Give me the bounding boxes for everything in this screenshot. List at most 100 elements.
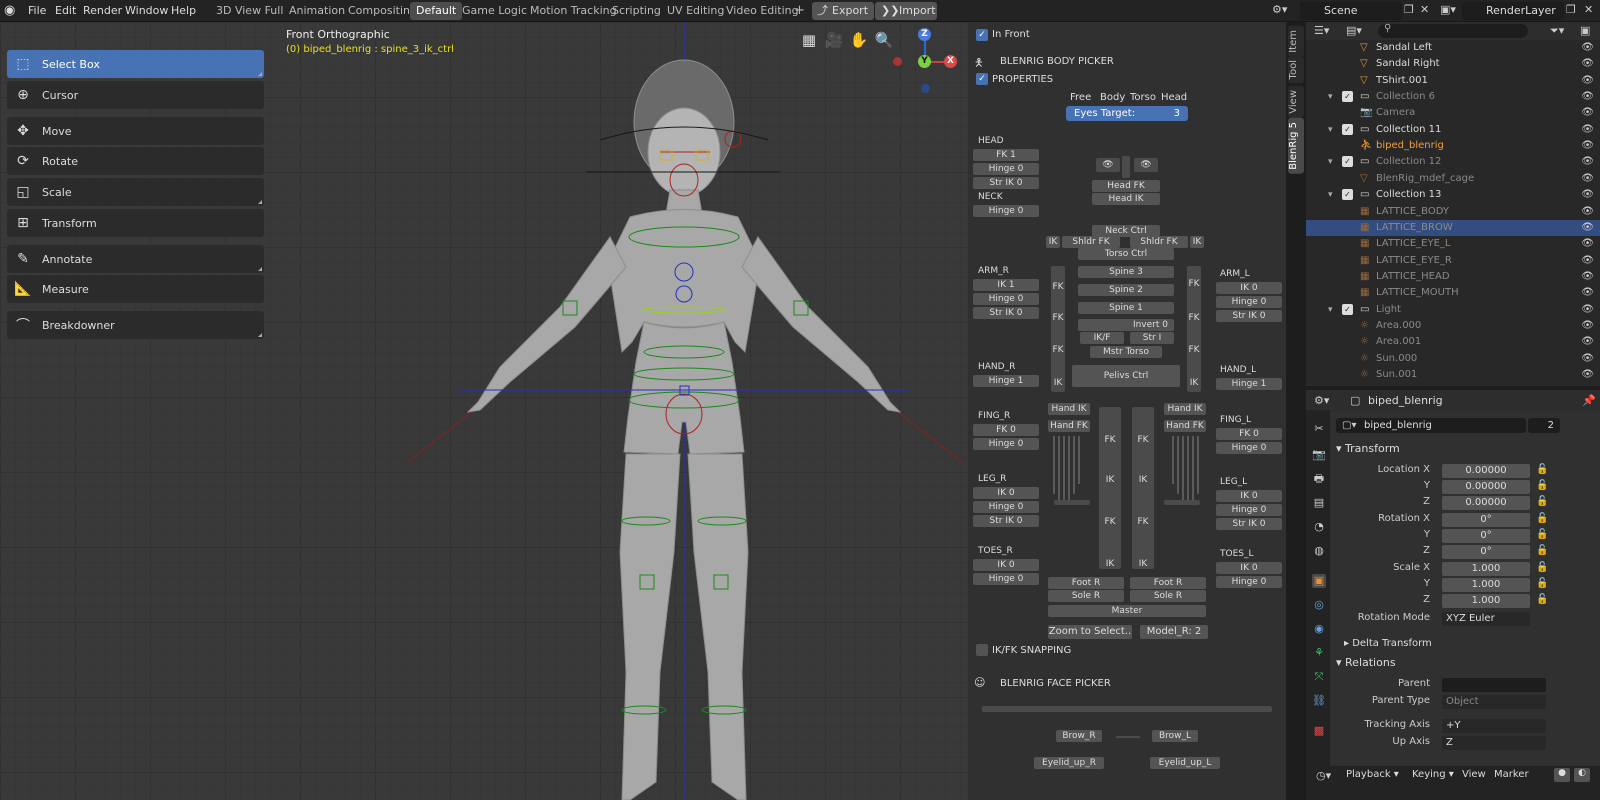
rotation-z-field[interactable]: 0° — [1442, 545, 1530, 559]
lock-icon[interactable]: 🔓 — [1536, 545, 1548, 556]
leg-l-chain[interactable] — [1132, 407, 1154, 569]
brow-l-control[interactable]: Brow_L — [1152, 730, 1198, 742]
tab-default[interactable]: Default — [410, 2, 463, 20]
toes-l-ik-button[interactable]: IK 0 — [1216, 562, 1282, 574]
mode-body[interactable]: Body — [1100, 92, 1125, 103]
disclosure-icon[interactable]: ▾ — [1328, 89, 1333, 105]
tool-cursor[interactable]: ⊕ Cursor — [7, 81, 264, 109]
head-fk-button[interactable]: FK 1 — [973, 149, 1039, 161]
3d-viewport[interactable]: ⬚ Select Box ⊕ Cursor ✥ Move ⟳ Rotate ◱ Scale… — [0, 22, 968, 800]
tool-rotate[interactable]: ⟳ Rotate — [7, 147, 264, 175]
axis-neg-z-icon[interactable] — [921, 84, 930, 93]
modifier-icon[interactable]: ◎ — [1312, 598, 1326, 612]
visibility-eye-icon[interactable]: 👁 — [1581, 171, 1594, 187]
scale-x-field[interactable]: 1.000 — [1442, 562, 1530, 576]
particles-icon[interactable]: ◉ — [1312, 622, 1326, 636]
outliner-row-collection-12[interactable]: ▾ ✓ ▭ Collection 12 👁 — [1306, 154, 1600, 170]
parent-type-select[interactable]: Object — [1442, 695, 1546, 709]
timeline-playback-menu[interactable]: Playback ▾ — [1346, 769, 1399, 780]
outliner-row-lattice-eye-l[interactable]: ▦ LATTICE_EYE_L 👁 — [1306, 236, 1600, 252]
location-x-field[interactable]: 0.00000 — [1442, 464, 1530, 478]
shoulder-r-ik-control[interactable]: IK — [1046, 236, 1060, 248]
eyelid-up-r-control[interactable]: Eyelid_up_R — [1034, 757, 1104, 769]
tool-annotate[interactable]: ✎ Annotate — [7, 245, 264, 273]
pin-icon[interactable]: 📌 — [1582, 394, 1596, 407]
sole-l-control[interactable]: Sole R — [1130, 590, 1206, 602]
visibility-eye-icon[interactable]: 👁 — [1581, 302, 1594, 318]
tool-move[interactable]: ✥ Move — [7, 117, 264, 145]
outliner-row-sun-000[interactable]: ☼ Sun.000 👁 — [1306, 351, 1600, 367]
str-i-control[interactable]: Str I — [1130, 332, 1174, 344]
disclosure-icon[interactable]: ▾ — [1328, 302, 1333, 318]
tab-animation[interactable]: Animation — [283, 2, 351, 20]
mode-head[interactable]: Head — [1161, 92, 1187, 103]
visibility-eye-icon[interactable]: 👁 — [1581, 56, 1594, 72]
eye-left-control[interactable]: 👁 — [1096, 158, 1120, 172]
menu-file[interactable]: File — [28, 3, 46, 19]
head-center-control[interactable] — [1122, 156, 1130, 178]
up-axis-select[interactable]: Z — [1442, 736, 1546, 750]
eyelid-up-l-control[interactable]: Eyelid_up_L — [1150, 757, 1220, 769]
lock-icon[interactable]: 🔓 — [1536, 513, 1548, 524]
render-layer-icon[interactable]: ▣▾ — [1440, 3, 1456, 16]
visibility-eye-icon[interactable]: 👁 — [1581, 285, 1594, 301]
scene-props-icon[interactable]: ◔ — [1312, 520, 1326, 534]
scale-y-field[interactable]: 1.000 — [1442, 578, 1530, 592]
leg-r-pole[interactable] — [1054, 500, 1090, 505]
leg-r-str-ik-button[interactable]: Str IK 0 — [973, 515, 1039, 527]
disclosure-icon[interactable]: ▾ — [1328, 122, 1333, 138]
outliner-row-tshirt-001[interactable]: ▽ TShirt.001 👁 — [1306, 73, 1600, 89]
outliner-row-collection-11[interactable]: ▾ ✓ ▭ Collection 11 👁 — [1306, 122, 1600, 138]
outliner-row-lattice-brow[interactable]: ▦ LATTICE_BROW 👁 — [1306, 219, 1600, 236]
collection-include-checkbox[interactable]: ✓ — [1342, 189, 1353, 201]
invert-control[interactable]: Invert 0 — [1078, 319, 1174, 331]
outliner-row-blenrig-mdef-cage[interactable]: ▽ BlenRig_mdef_cage 👁 — [1306, 171, 1600, 187]
spine-2-control[interactable]: Spine 2 — [1078, 284, 1174, 296]
world-icon[interactable]: ◍ — [1312, 544, 1326, 558]
outliner-row-sandal-right[interactable]: ▽ Sandal Right 👁 — [1306, 56, 1600, 72]
model-r-field[interactable]: Model_R: 2 — [1140, 625, 1208, 639]
axis-neg-x-icon[interactable] — [893, 57, 902, 66]
rotation-x-field[interactable]: 0° — [1442, 513, 1530, 527]
lock-icon[interactable]: 🔓 — [1536, 480, 1548, 491]
arm-r-str-ik-button[interactable]: Str IK 0 — [973, 307, 1039, 319]
constraints-icon[interactable]: ⛓ — [1312, 694, 1326, 708]
lock-icon[interactable]: 🔓 — [1536, 562, 1548, 573]
blender-logo-icon[interactable]: ◉ — [4, 3, 19, 18]
disclosure-icon[interactable]: ▾ — [1328, 154, 1333, 170]
display-mode-icon[interactable]: ▤▾ — [1346, 24, 1362, 37]
visibility-eye-icon[interactable]: 👁 — [1581, 318, 1594, 334]
hand-r-fk-control[interactable]: Hand FK — [1048, 420, 1090, 432]
arm-l-hinge-button[interactable]: Hinge 0 — [1216, 296, 1282, 308]
lock-icon[interactable]: 🔓 — [1536, 464, 1548, 475]
visibility-eye-icon[interactable]: 👁 — [1581, 138, 1594, 154]
axis-z-icon[interactable]: Z — [918, 28, 931, 41]
pan-view-icon[interactable]: ✋ — [848, 29, 870, 51]
outliner-row-light[interactable]: ▾ ✓ ▭ Light 👁 — [1306, 302, 1600, 318]
add-workspace-button[interactable]: + — [788, 2, 811, 20]
spine-1-control[interactable]: Spine 1 — [1078, 302, 1174, 314]
outliner-row-biped-blenrig[interactable]: ⛹ biped_blenrig 👁 — [1306, 138, 1600, 154]
visibility-eye-icon[interactable]: 👁 — [1581, 73, 1594, 89]
tab-view[interactable]: View — [1288, 86, 1304, 118]
outliner-row-area-000[interactable]: ☼ Area.000 👁 — [1306, 318, 1600, 334]
relations-panel-header[interactable]: ▾ Relations — [1336, 656, 1396, 669]
foot-l-control[interactable]: Foot R — [1130, 577, 1206, 589]
output-icon[interactable]: 🖶 — [1312, 472, 1326, 486]
new-render-layer-icon[interactable]: ❐ — [1566, 3, 1576, 16]
location-z-field[interactable]: 0.00000 — [1442, 496, 1530, 510]
tab-tool[interactable]: Tool — [1288, 56, 1304, 84]
outliner-editor-icon[interactable]: ☰▾ — [1314, 24, 1329, 37]
lock-icon[interactable]: 🔓 — [1536, 529, 1548, 540]
visibility-eye-icon[interactable]: 👁 — [1581, 204, 1594, 220]
tool-breakdowner[interactable]: ⌒ Breakdowner — [7, 311, 264, 339]
outliner-row-sandal-left[interactable]: ▽ Sandal Left 👁 — [1306, 40, 1600, 56]
rotation-mode-select[interactable]: XYZ Euler — [1442, 612, 1530, 626]
scale-z-field[interactable]: 1.000 — [1442, 594, 1530, 608]
tool-measure[interactable]: 📐 Measure — [7, 275, 264, 303]
properties-checkbox[interactable]: ✓ — [976, 73, 988, 85]
outliner-search-input[interactable]: ⚲ — [1378, 23, 1528, 38]
tool-transform[interactable]: ⊞ Transform — [7, 209, 264, 237]
leg-r-chain[interactable] — [1099, 407, 1121, 569]
foot-r-control[interactable]: Foot R — [1048, 577, 1124, 589]
